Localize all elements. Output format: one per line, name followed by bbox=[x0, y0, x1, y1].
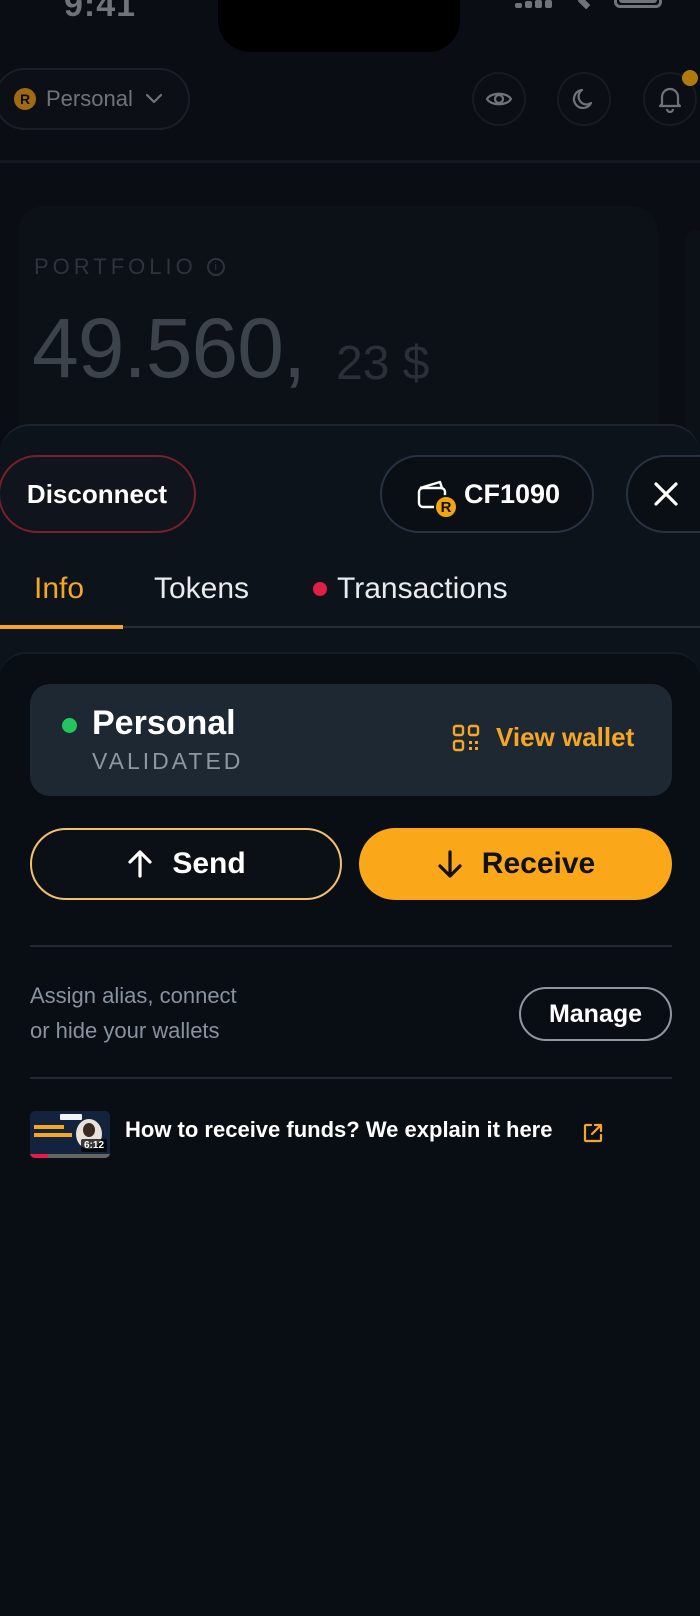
battery-icon bbox=[614, 0, 662, 8]
tab-tokens[interactable]: Tokens bbox=[154, 572, 249, 606]
manage-button[interactable]: Manage bbox=[519, 987, 672, 1041]
view-wallet-button[interactable]: View wallet bbox=[452, 722, 634, 753]
account-name: Personal bbox=[46, 86, 133, 111]
qr-code-icon bbox=[452, 724, 480, 751]
portfolio-amount: 49.560, bbox=[32, 301, 306, 395]
section-divider bbox=[30, 945, 672, 947]
next-card-peek bbox=[686, 230, 700, 460]
wallet-name: Personal bbox=[92, 704, 236, 742]
visibility-toggle[interactable] bbox=[472, 72, 526, 126]
token-badge: R bbox=[434, 495, 458, 519]
header-divider bbox=[0, 160, 700, 163]
unread-dot bbox=[313, 582, 327, 596]
wallet-code: CF1090 bbox=[464, 478, 561, 509]
device-notch bbox=[218, 0, 460, 52]
arrow-down-icon bbox=[438, 850, 462, 878]
portfolio-label: PORTFOLIO i bbox=[34, 254, 225, 280]
help-video-link[interactable]: How to receive funds? We explain it here bbox=[125, 1117, 552, 1143]
video-thumbnail[interactable]: 6:12 bbox=[30, 1111, 110, 1158]
eye-icon bbox=[485, 92, 513, 106]
notification-badge bbox=[682, 70, 698, 86]
bell-icon bbox=[658, 87, 682, 113]
tab-bar: Info Tokens Transactions bbox=[0, 572, 700, 630]
tab-divider bbox=[123, 626, 700, 628]
validated-status-dot bbox=[62, 718, 77, 733]
signal-icon bbox=[515, 0, 555, 8]
video-duration: 6:12 bbox=[80, 1139, 107, 1152]
tab-info[interactable]: Info bbox=[34, 572, 84, 606]
moon-icon bbox=[572, 88, 593, 110]
external-link-icon[interactable] bbox=[582, 1122, 604, 1149]
manage-description: Assign alias, connect or hide your walle… bbox=[30, 983, 237, 1043]
tab-transactions[interactable]: Transactions bbox=[313, 572, 508, 606]
status-time: 9:41 bbox=[64, 0, 137, 24]
wallet-status: VALIDATED bbox=[92, 748, 244, 774]
portfolio-decimals: 23 $ bbox=[336, 337, 430, 390]
close-button[interactable] bbox=[626, 455, 700, 533]
info-icon: i bbox=[206, 258, 225, 276]
wallet-icon: R bbox=[416, 477, 458, 519]
active-tab-indicator bbox=[0, 625, 123, 629]
theme-toggle[interactable] bbox=[557, 72, 611, 126]
chevron-down-icon bbox=[145, 93, 162, 104]
section-divider bbox=[30, 1077, 672, 1079]
arrow-up-icon bbox=[128, 850, 152, 878]
close-icon bbox=[654, 482, 678, 506]
receive-button[interactable]: Receive bbox=[359, 828, 672, 900]
video-progress bbox=[30, 1154, 110, 1158]
wallet-selector-chip[interactable]: R CF1090 bbox=[380, 455, 594, 533]
coin-icon: R bbox=[14, 88, 36, 110]
account-switcher[interactable]: R Personal bbox=[0, 68, 190, 130]
disconnect-button[interactable]: Disconnect bbox=[0, 455, 196, 533]
send-button[interactable]: Send bbox=[30, 828, 342, 900]
